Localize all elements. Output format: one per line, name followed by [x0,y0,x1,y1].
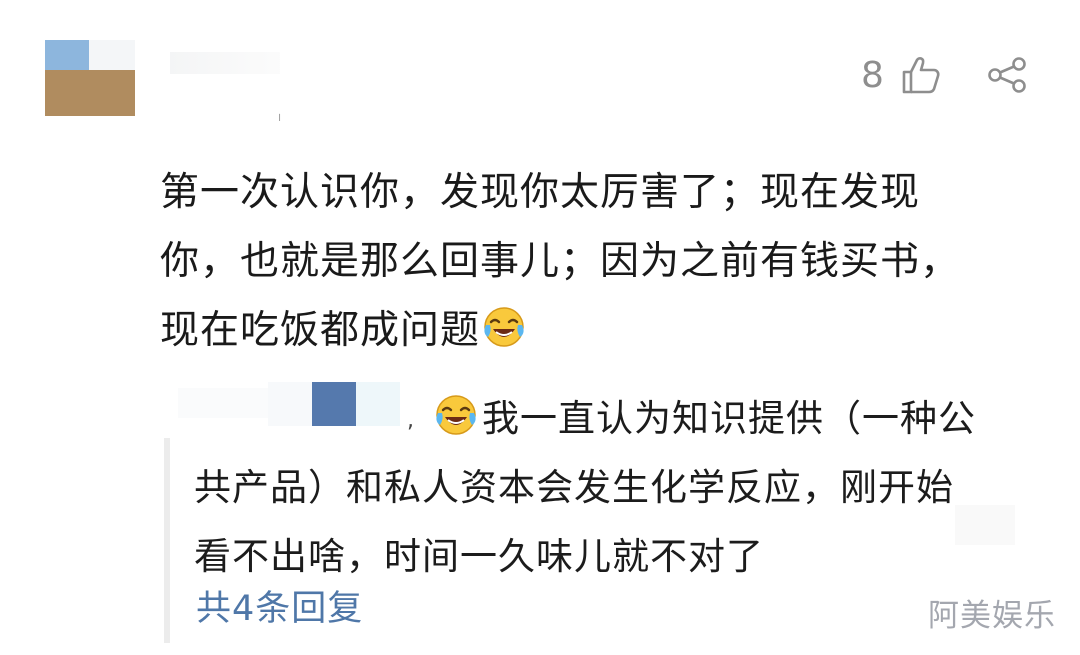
comment-line-last: 现在吃饭都成问题 [160,296,1040,365]
comment-body: 第一次认识你，发现你太厉害了；现在发现 你，也就是那么回事儿；因为之前有钱买书，… [160,158,1040,365]
laughing-crying-emoji-icon [436,395,476,435]
reply-body: 我一直认为知识提供（一种公 共产品）和私人资本会发生化学反应，刚开始 看不出啥，… [194,384,1054,591]
avatar-mosaic-block [45,40,89,70]
comment-line: 第一次认识你，发现你太厉害了；现在发现 [160,170,921,215]
reply-line-text: 我一直认为知识提供（一种公 [482,397,976,440]
thumbs-up-icon[interactable] [900,54,942,96]
reply-quote-bar [164,438,170,643]
overlay-fade [955,505,1015,545]
like-count: 8 [861,55,884,96]
avatar-mosaic-block [89,40,135,70]
comment-line: 你，也就是那么回事儿；因为之前有钱买书， [160,239,961,284]
laughing-crying-emoji-icon [484,307,524,347]
reply-line: 看不出啥，时间一久味儿就不对了 [194,535,764,578]
avatar[interactable] [45,40,135,116]
reply-line-first: 我一直认为知识提供（一种公 [194,384,1054,453]
view-replies-link[interactable]: 共4条回复 [196,585,363,633]
reply-line: 共产品）和私人资本会发生化学反应，刚开始 [194,466,954,509]
watermark: 阿美娱乐 [928,598,1056,634]
avatar-mosaic-block [45,70,135,116]
username-blurred[interactable] [170,52,280,74]
comment-line-text: 现在吃饭都成问题 [160,308,481,353]
share-icon[interactable] [985,56,1029,94]
tiny-mark: ╵ [276,114,284,128]
